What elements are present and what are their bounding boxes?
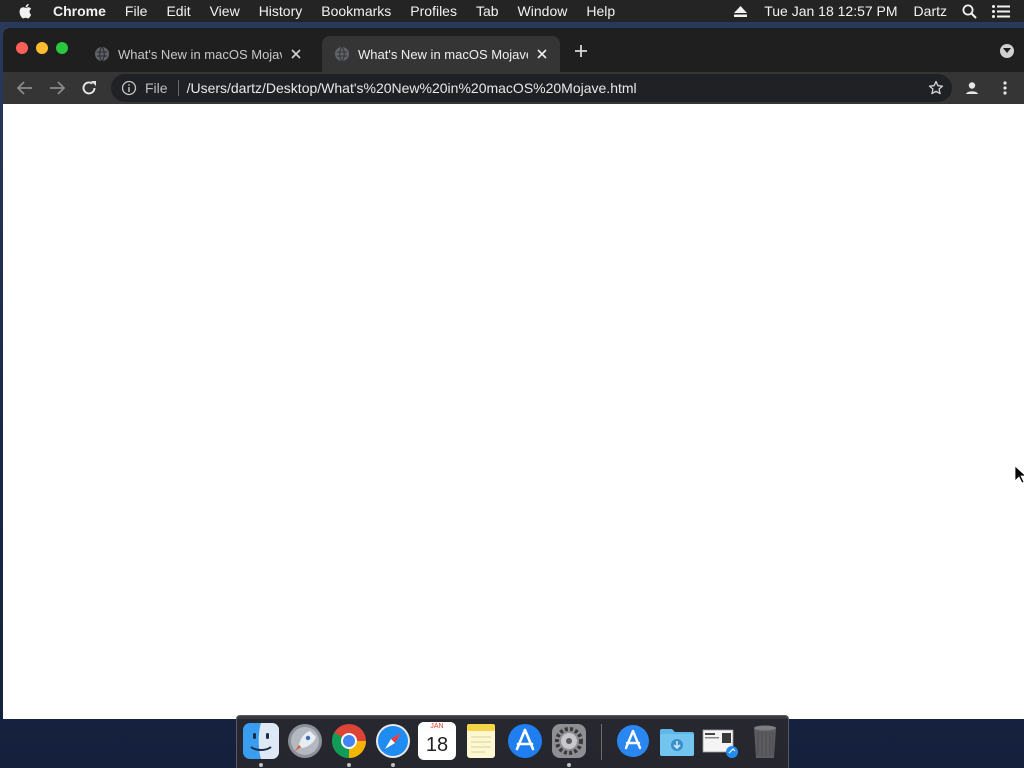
tab-close-icon[interactable] <box>288 46 304 62</box>
tab-inactive[interactable]: What's New in macOS Mojave.h <box>86 36 314 72</box>
downloads-folder-icon[interactable] <box>658 722 696 760</box>
omnibox-divider <box>177 80 179 96</box>
menu-history[interactable]: History <box>259 3 303 19</box>
menu-bar-extras: Tue Jan 18 12:57 PM Dartz <box>734 0 1024 22</box>
menu-bar: Chrome File Edit View History Bookmarks … <box>0 0 1024 22</box>
menu-edit[interactable]: Edit <box>166 3 190 19</box>
spotlight-search-icon[interactable] <box>962 4 977 19</box>
menu-clock[interactable]: Tue Jan 18 12:57 PM <box>764 3 897 19</box>
window-maximize-button[interactable] <box>56 42 68 54</box>
window-minimize-button[interactable] <box>36 42 48 54</box>
menu-tab[interactable]: Tab <box>476 3 499 19</box>
eject-icon[interactable] <box>734 5 748 17</box>
chrome-icon[interactable] <box>330 722 368 760</box>
menu-app-name[interactable]: Chrome <box>53 3 106 19</box>
menu-user-name[interactable]: Dartz <box>914 3 947 19</box>
apple-menu-icon[interactable] <box>18 3 36 19</box>
reload-icon[interactable] <box>80 79 98 97</box>
applications-folder-icon[interactable] <box>614 722 652 760</box>
app-store-icon[interactable] <box>506 722 544 760</box>
trash-icon[interactable] <box>746 722 784 760</box>
forward-arrow-icon[interactable] <box>48 79 66 97</box>
tab-title: What's New in macOS Mojave.h <box>358 46 528 62</box>
tab-active[interactable]: What's New in macOS Mojave.h <box>322 36 560 72</box>
info-icon[interactable] <box>121 80 137 96</box>
menu-help[interactable]: Help <box>586 3 615 19</box>
running-indicator <box>567 763 571 767</box>
window-close-button[interactable] <box>16 42 28 54</box>
running-indicator <box>347 763 351 767</box>
notes-icon[interactable] <box>462 722 500 760</box>
tab-close-icon[interactable] <box>534 46 550 62</box>
tab-search-chevron-icon[interactable] <box>1000 44 1014 58</box>
tab-strip: What's New in macOS Mojave.h What's New … <box>3 28 1024 72</box>
tab-title: What's New in macOS Mojave.h <box>118 46 282 62</box>
safari-compass-icon[interactable] <box>374 722 412 760</box>
menu-view[interactable]: View <box>210 3 240 19</box>
dock-divider <box>601 724 602 760</box>
page-content[interactable] <box>3 104 1024 719</box>
globe-icon <box>95 46 109 62</box>
more-menu-icon[interactable] <box>996 79 1014 97</box>
mouse-pointer-icon <box>1015 466 1024 484</box>
scheme-label: File <box>145 80 168 96</box>
url-text[interactable]: /Users/dartz/Desktop/What's%20New%20in%2… <box>187 80 637 96</box>
menu-profiles[interactable]: Profiles <box>410 3 457 19</box>
screenshot-stack-icon[interactable] <box>702 722 740 760</box>
profile-avatar-icon[interactable] <box>963 79 981 97</box>
globe-icon <box>335 46 349 62</box>
address-bar[interactable]: File /Users/dartz/Desktop/What's%20New%2… <box>111 74 952 102</box>
menu-bookmarks[interactable]: Bookmarks <box>321 3 391 19</box>
back-arrow-icon[interactable] <box>16 79 34 97</box>
new-tab-plus-icon[interactable] <box>573 43 589 59</box>
calendar-icon[interactable]: JAN 18 <box>418 722 456 760</box>
dock: JAN 18 <box>236 715 789 768</box>
browser-window: What's New in macOS Mojave.h What's New … <box>3 28 1024 719</box>
browser-toolbar: File /Users/dartz/Desktop/What's%20New%2… <box>3 72 1024 104</box>
menu-file[interactable]: File <box>125 3 148 19</box>
finder-icon[interactable] <box>242 722 280 760</box>
system-preferences-gear-icon[interactable] <box>550 722 588 760</box>
bookmark-star-icon[interactable] <box>928 80 944 96</box>
notification-center-icon[interactable] <box>992 4 1010 18</box>
calendar-month: JAN <box>418 722 456 732</box>
calendar-day: 18 <box>425 734 449 756</box>
menu-window[interactable]: Window <box>518 3 568 19</box>
running-indicator <box>259 763 263 767</box>
running-indicator <box>391 763 395 767</box>
launchpad-rocket-icon[interactable] <box>286 722 324 760</box>
